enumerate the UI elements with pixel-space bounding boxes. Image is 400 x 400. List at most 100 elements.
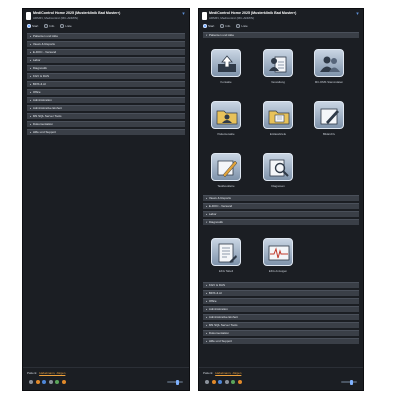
help-icon[interactable] bbox=[231, 380, 235, 384]
section-header[interactable]: ▸ Patienten und Akte bbox=[27, 33, 185, 39]
section-header[interactable]: ▸ Views & Reports bbox=[27, 41, 185, 47]
tile-label: EKG Anzeigen bbox=[268, 269, 288, 273]
section-header[interactable]: ▸ Hilfe und Support bbox=[27, 129, 185, 135]
expand-arrow-icon: ▸ bbox=[206, 197, 208, 200]
tile-entlassbriefe[interactable]: Entlassbriefe bbox=[261, 101, 295, 136]
mode-label: Start bbox=[208, 24, 215, 28]
section-header[interactable]: ▸ E-DOC - Versand bbox=[203, 203, 359, 209]
footer-toolbar bbox=[29, 380, 66, 384]
tile-label: Patientenakte bbox=[217, 132, 235, 136]
chart-doc-icon bbox=[211, 238, 241, 266]
patient-info: Patient: Habelmann, Jürgen bbox=[203, 371, 242, 375]
mode-label: Liste bbox=[65, 24, 72, 28]
settings-icon[interactable] bbox=[205, 380, 209, 384]
mode-info[interactable]: Info bbox=[220, 23, 230, 29]
tile-patientenakte[interactable]: Patientenakte bbox=[209, 101, 243, 136]
mode-start[interactable]: Start bbox=[203, 23, 214, 29]
magnifier-icon bbox=[263, 153, 293, 181]
zoom-slider[interactable] bbox=[167, 379, 183, 385]
tile-diagnosen[interactable]: Diagnosen bbox=[261, 153, 295, 188]
expand-arrow-icon: ▸ bbox=[30, 83, 32, 86]
section-header[interactable]: ▸ Administrative Einheit bbox=[27, 105, 185, 111]
section-header[interactable]: ▸ E-DOC - Versand bbox=[27, 49, 185, 55]
expand-arrow-icon: ▸ bbox=[30, 91, 32, 94]
pin-icon[interactable]: ▾ bbox=[355, 11, 360, 17]
home-icon[interactable] bbox=[35, 380, 40, 384]
mode-start[interactable]: Start bbox=[27, 23, 38, 29]
section-header[interactable]: ▸ MS SQL Server Tools bbox=[27, 113, 185, 119]
section-header[interactable]: ▸ Administration bbox=[27, 97, 185, 103]
section-header[interactable]: ▸ Office bbox=[27, 89, 185, 95]
expand-arrow-icon: ▸ bbox=[30, 35, 32, 38]
view-mode-selector: Start Info Liste bbox=[203, 23, 248, 29]
section-header[interactable]: ▸ Dokumentation bbox=[27, 121, 185, 127]
section-header[interactable]: ▸ KGV & DAS bbox=[203, 282, 359, 288]
section-header[interactable]: ▸ KGV & DAS bbox=[27, 73, 185, 79]
section-header[interactable]: ▸ Administrative Einheit bbox=[203, 314, 359, 320]
section-header[interactable]: ▸ Views & Reports bbox=[203, 195, 359, 201]
expand-arrow-icon: ▸ bbox=[30, 43, 32, 46]
section-header[interactable]: ▸ Labor bbox=[203, 211, 359, 217]
expand-arrow-icon: ▸ bbox=[206, 332, 208, 335]
panel-header: MediControl Home 2025 (Musterklinik Bad … bbox=[23, 9, 189, 31]
radio-icon bbox=[60, 24, 64, 28]
collapse-arrow-icon: ▾ bbox=[206, 34, 208, 37]
section-header[interactable]: ▸ Administration bbox=[203, 306, 359, 312]
section-header[interactable]: ▸ Labor bbox=[27, 57, 185, 63]
section-header[interactable]: ▸ Diagnostik bbox=[27, 65, 185, 71]
expand-arrow-icon: ▸ bbox=[206, 213, 208, 216]
patient-link[interactable]: Habelmann, Jürgen bbox=[215, 371, 241, 375]
zoom-handle[interactable] bbox=[350, 379, 353, 385]
refresh-icon[interactable] bbox=[224, 380, 229, 384]
user-icon[interactable] bbox=[61, 380, 66, 384]
tile-verwaltung[interactable]: Verwaltung bbox=[261, 49, 295, 84]
zoom-slider[interactable] bbox=[341, 379, 357, 385]
section-header[interactable]: ▸ MS SQL Server Tools bbox=[203, 322, 359, 328]
info-icon[interactable] bbox=[42, 380, 46, 384]
expand-arrow-icon: ▸ bbox=[206, 292, 208, 295]
expand-arrow-icon: ▸ bbox=[30, 107, 32, 110]
panel-footer: Patient: Habelmann, Jürgen bbox=[199, 367, 363, 390]
left-panel: MediControl Home 2025 (Musterklinik Bad … bbox=[22, 8, 190, 391]
section-header[interactable]: ▸ Office bbox=[203, 298, 359, 304]
tile-label: MC-DMS Stammdaten bbox=[314, 80, 344, 84]
section-header[interactable]: ▸ BFIS & AI bbox=[203, 290, 359, 296]
tile-taskbookletre[interactable]: Taskbookletre bbox=[209, 153, 243, 188]
expand-arrow-icon: ▸ bbox=[30, 115, 32, 118]
right-panel: MediControl Home 2025 (Musterklinik Bad … bbox=[198, 8, 364, 391]
zoom-handle[interactable] bbox=[176, 379, 179, 385]
expand-arrow-icon: ▸ bbox=[30, 123, 32, 126]
section-header[interactable]: ▸ BFIS & AI bbox=[27, 81, 185, 87]
section-header-expanded[interactable]: ▾ Patienten und Akte bbox=[203, 32, 359, 38]
expand-arrow-icon: ▸ bbox=[30, 99, 32, 102]
section-header-expanded[interactable]: ▾ Diagnostik bbox=[203, 219, 359, 225]
pin-icon[interactable]: ▾ bbox=[181, 11, 186, 17]
info-icon[interactable] bbox=[218, 380, 222, 384]
mode-label: Start bbox=[32, 24, 39, 28]
radio-icon bbox=[44, 24, 48, 28]
tile-bildarchiv[interactable]: Bildarchiv bbox=[312, 101, 346, 136]
tile-ekg-anzeigen[interactable]: EKG Anzeigen bbox=[261, 238, 295, 273]
home-icon[interactable] bbox=[211, 380, 216, 384]
app-title: MediControl Home 2025 (Musterklinik Bad … bbox=[209, 11, 297, 15]
tile-label: EKG Tabell bbox=[219, 269, 233, 273]
expand-arrow-icon: ▸ bbox=[30, 131, 32, 134]
tile-ekg-tabell[interactable]: EKG Tabell bbox=[209, 238, 243, 273]
expand-arrow-icon: ▸ bbox=[30, 51, 32, 54]
refresh-icon[interactable] bbox=[48, 380, 53, 384]
document-user-icon bbox=[263, 49, 293, 77]
help-icon[interactable] bbox=[55, 380, 59, 384]
pen-board-icon bbox=[211, 153, 241, 181]
mode-liste[interactable]: Liste bbox=[236, 23, 248, 29]
tile-kontakte[interactable]: Kontakte bbox=[209, 49, 243, 84]
tile-label: Verwaltung bbox=[271, 80, 285, 84]
patient-link[interactable]: Habelmann, Jürgen bbox=[39, 371, 65, 375]
user-icon[interactable] bbox=[237, 380, 242, 384]
mode-liste[interactable]: Liste bbox=[60, 23, 72, 29]
mode-info[interactable]: Info bbox=[44, 23, 54, 29]
section-header[interactable]: ▸ Hilfe und Support bbox=[203, 338, 359, 344]
expand-arrow-icon: ▸ bbox=[206, 316, 208, 319]
section-header[interactable]: ▸ Dokumentation bbox=[203, 330, 359, 336]
settings-icon[interactable] bbox=[29, 380, 33, 384]
tile-mc-dms-stammdaten[interactable]: MC-DMS Stammdaten bbox=[312, 49, 346, 84]
